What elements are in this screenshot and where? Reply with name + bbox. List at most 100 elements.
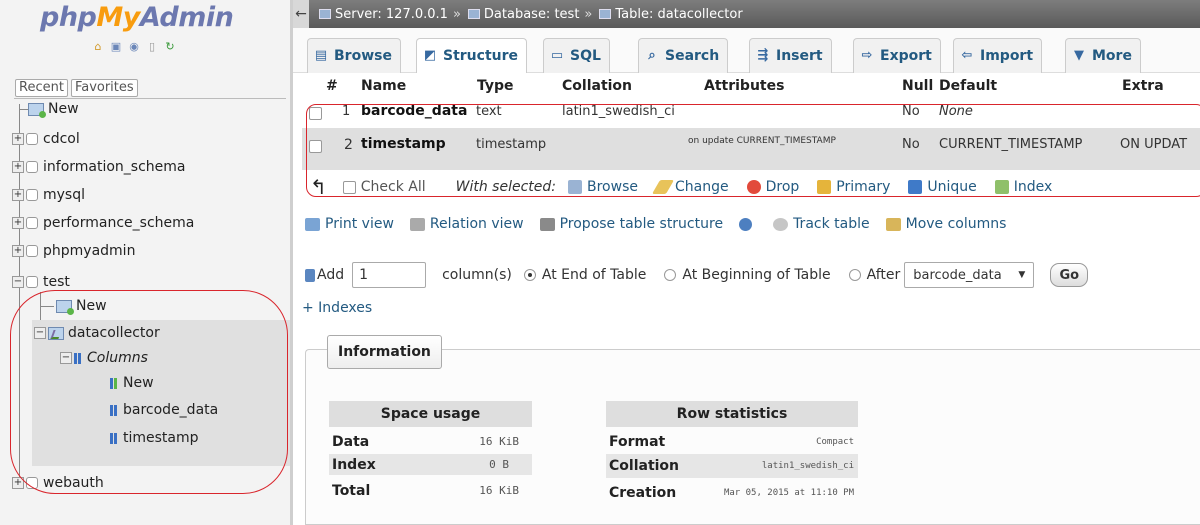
indexes-link[interactable]: + Indexes <box>302 300 372 316</box>
radio-label[interactable]: After <box>867 267 901 283</box>
action-unique[interactable]: Unique <box>908 179 977 195</box>
breadcrumb-table[interactable]: Table: datacollector <box>615 7 742 22</box>
tab-label: Search <box>665 48 720 64</box>
tree-db-cdcol[interactable]: + cdcol <box>12 129 80 149</box>
column-count-input[interactable]: 1 <box>352 262 427 288</box>
breadcrumb-database[interactable]: Database: test <box>484 7 580 22</box>
eye-icon <box>773 217 789 231</box>
link-label: Track table <box>793 216 870 232</box>
relation-icon <box>409 217 425 231</box>
phpmyadmin-logo[interactable]: phpMyAdmin <box>40 2 234 33</box>
database-icon <box>26 161 38 173</box>
stat-key: Data <box>332 433 370 450</box>
browse-icon: ▤ <box>314 48 328 63</box>
with-selected-bar: ↰ Check All With selected: Browse Change… <box>310 175 1070 199</box>
radio-label[interactable]: At Beginning of Table <box>682 267 830 283</box>
radio-at-end[interactable] <box>523 269 536 281</box>
tree-item-new[interactable]: New <box>28 99 79 119</box>
radio-label[interactable]: At End of Table <box>542 267 646 283</box>
header-default[interactable]: Default <box>939 78 997 98</box>
after-column-select[interactable]: barcode_data ▼ <box>904 262 1035 288</box>
reload-icon[interactable]: ↻ <box>163 39 177 53</box>
nav-resize-handle[interactable] <box>290 0 293 525</box>
add-columns-form: Add 1 column(s) At End of Table At Begin… <box>305 262 1089 288</box>
help-icon[interactable]: ◉ <box>127 39 141 53</box>
action-drop[interactable]: Drop <box>746 179 800 195</box>
action-primary[interactable]: Primary <box>817 179 890 195</box>
tree-db-mysql[interactable]: + mysql <box>12 185 85 205</box>
tab-favorites[interactable]: Favorites <box>70 79 138 97</box>
logout-icon[interactable]: ▣ <box>109 39 123 53</box>
header-null[interactable]: Null <box>902 78 933 98</box>
propose-structure-link[interactable]: Propose table structure <box>539 216 723 232</box>
expand-icon[interactable]: + <box>12 133 24 145</box>
radio-after[interactable] <box>848 269 861 281</box>
stat-value: 16 KiB <box>479 435 519 448</box>
pencil-icon <box>651 180 675 194</box>
check-all-checkbox[interactable] <box>342 180 356 194</box>
breadcrumb-separator: » <box>584 6 593 22</box>
header-name[interactable]: Name <box>361 78 406 98</box>
table-row: Creation Mar 05, 2015 at 11:10 PM <box>606 482 858 503</box>
print-view-link[interactable]: Print view <box>305 216 394 232</box>
tab-import[interactable]: ⇦ Import <box>953 38 1043 73</box>
unique-icon <box>908 180 923 194</box>
tab-export[interactable]: ⇨ Export <box>853 38 941 73</box>
track-table-link[interactable]: Track table <box>773 216 870 232</box>
relation-view-link[interactable]: Relation view <box>409 216 524 232</box>
tab-browse[interactable]: ▤ Browse <box>307 38 401 73</box>
tree-db-test[interactable]: − test <box>12 272 70 292</box>
tab-sql[interactable]: ▭ SQL <box>543 38 610 73</box>
collapse-icon[interactable]: − <box>12 276 24 288</box>
expand-icon[interactable]: + <box>12 217 24 229</box>
header-type[interactable]: Type <box>477 78 514 98</box>
tab-structure[interactable]: ◩ Structure <box>416 38 528 73</box>
select-value: barcode_data <box>913 267 1002 283</box>
header-extra[interactable]: Extra <box>1122 78 1164 98</box>
action-index[interactable]: Index <box>994 179 1052 195</box>
check-all[interactable]: Check All <box>342 179 426 195</box>
tab-label: Import <box>980 48 1034 64</box>
stat-value: 0 B <box>489 458 509 471</box>
annotation-highlight <box>10 290 288 494</box>
move-columns-link[interactable]: Move columns <box>885 216 1007 232</box>
nav-icon-bar: ⌂ ▣ ◉ ▯ ↻ <box>91 39 177 53</box>
import-icon: ⇦ <box>961 48 973 63</box>
with-selected-label: With selected: <box>455 179 556 195</box>
radio-at-beginning[interactable] <box>664 269 677 281</box>
home-icon[interactable]: ⌂ <box>91 39 105 53</box>
go-button[interactable]: Go <box>1050 263 1089 287</box>
action-label: Browse <box>587 179 638 195</box>
row-statistics-header: Row statistics <box>606 401 858 427</box>
expand-icon[interactable]: + <box>12 245 24 257</box>
link-label: Move columns <box>905 216 1007 232</box>
expand-icon[interactable]: + <box>12 161 24 173</box>
docs-icon[interactable]: ▯ <box>145 39 159 53</box>
breadcrumb-server[interactable]: Server: 127.0.0.1 <box>335 7 448 22</box>
header-collation[interactable]: Collation <box>562 78 632 98</box>
tab-more[interactable]: ▼ More <box>1065 38 1141 73</box>
tab-insert[interactable]: ⇶ Insert <box>749 38 832 73</box>
information-legend: Information <box>327 335 442 369</box>
tree-label: phpmyadmin <box>43 243 136 259</box>
header-attributes[interactable]: Attributes <box>704 78 784 98</box>
help-link[interactable] <box>739 217 757 231</box>
tab-label: More <box>1092 48 1132 64</box>
stat-value: 16 KiB <box>479 484 519 497</box>
tree-db-information-schema[interactable]: + information_schema <box>12 157 186 177</box>
browse-icon <box>568 180 582 194</box>
action-browse[interactable]: Browse <box>568 179 638 195</box>
action-label: Change <box>674 179 729 195</box>
tab-recent[interactable]: Recent <box>15 79 68 97</box>
stat-value: Mar 05, 2015 at 11:10 PM <box>723 487 854 498</box>
action-label: Drop <box>765 179 800 195</box>
expand-icon[interactable]: + <box>12 189 24 201</box>
tree-label: performance_schema <box>43 215 195 231</box>
table-links: Print view Relation view Propose table s… <box>305 216 1022 232</box>
structure-icon: ◩ <box>423 48 437 63</box>
back-arrow-icon[interactable]: ← <box>293 0 309 28</box>
tree-db-performance-schema[interactable]: + performance_schema <box>12 213 194 233</box>
tree-db-phpmyadmin[interactable]: + phpmyadmin <box>12 241 135 261</box>
action-change[interactable]: Change <box>651 179 729 195</box>
tab-search[interactable]: ⌕ Search <box>638 38 729 73</box>
